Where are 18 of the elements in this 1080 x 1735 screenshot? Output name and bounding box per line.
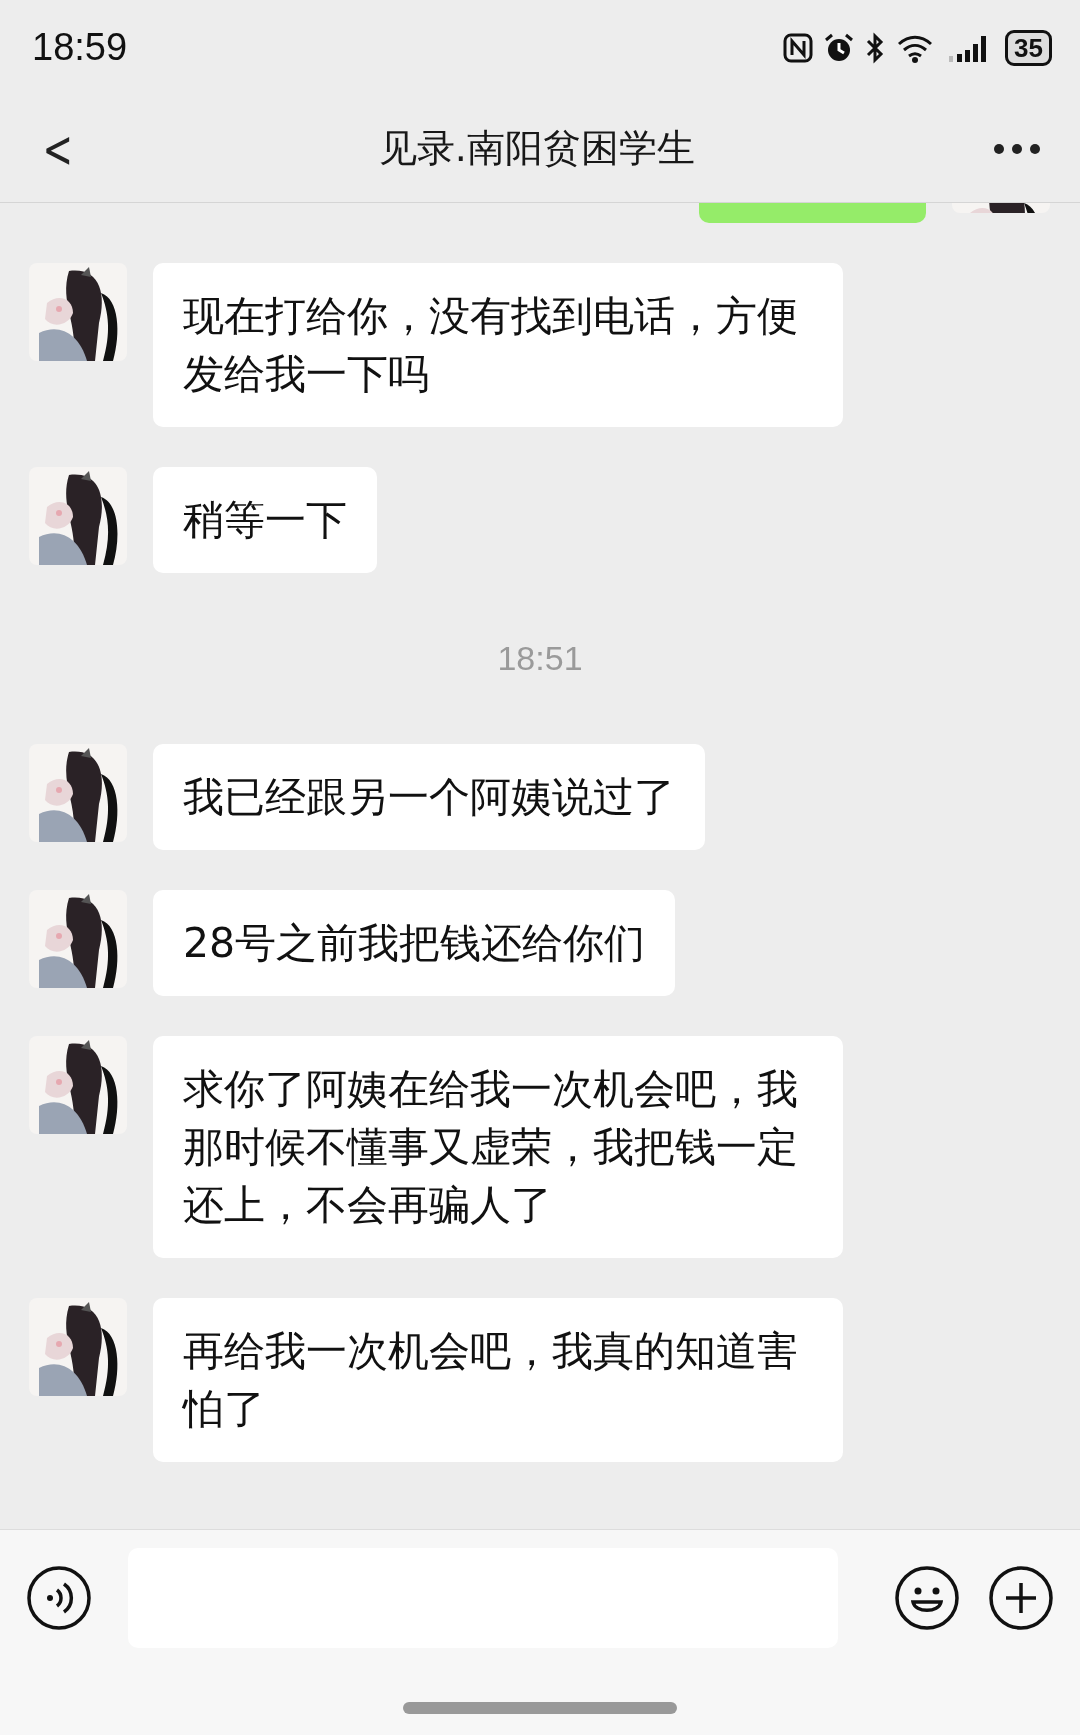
battery-indicator: 35 bbox=[1005, 29, 1052, 66]
chat-title: 见录.南阳贫困学生 bbox=[378, 125, 695, 172]
emoji-icon[interactable] bbox=[894, 1565, 960, 1631]
message-bubble: 我已经跟另一个阿姨说过了 bbox=[153, 744, 705, 850]
more-icon[interactable] bbox=[994, 143, 1040, 154]
plus-icon[interactable] bbox=[988, 1565, 1054, 1631]
status-time: 18:59 bbox=[32, 26, 128, 69]
message-bubble: 现在打给你，没有找到电话，方便发给我一下吗 bbox=[153, 263, 843, 427]
bluetooth-icon bbox=[865, 31, 886, 64]
message-time: 18:51 bbox=[497, 639, 583, 678]
message-bubble: 再给我一次机会吧，我真的知道害怕了 bbox=[153, 1298, 843, 1462]
nfc-icon bbox=[783, 32, 814, 63]
back-button[interactable]: < bbox=[42, 118, 74, 179]
alarm-icon bbox=[823, 31, 856, 64]
message-bubble: 求你了阿姨在给我一次机会吧，我那时候不懂事又虚荣，我把钱一定还上，不会再骗人了 bbox=[153, 1036, 843, 1258]
message-bubble: 28号之前我把钱还给你们 bbox=[153, 890, 676, 996]
message-bubble: 稍等一下 bbox=[153, 467, 377, 573]
voice-icon[interactable] bbox=[26, 1565, 92, 1631]
